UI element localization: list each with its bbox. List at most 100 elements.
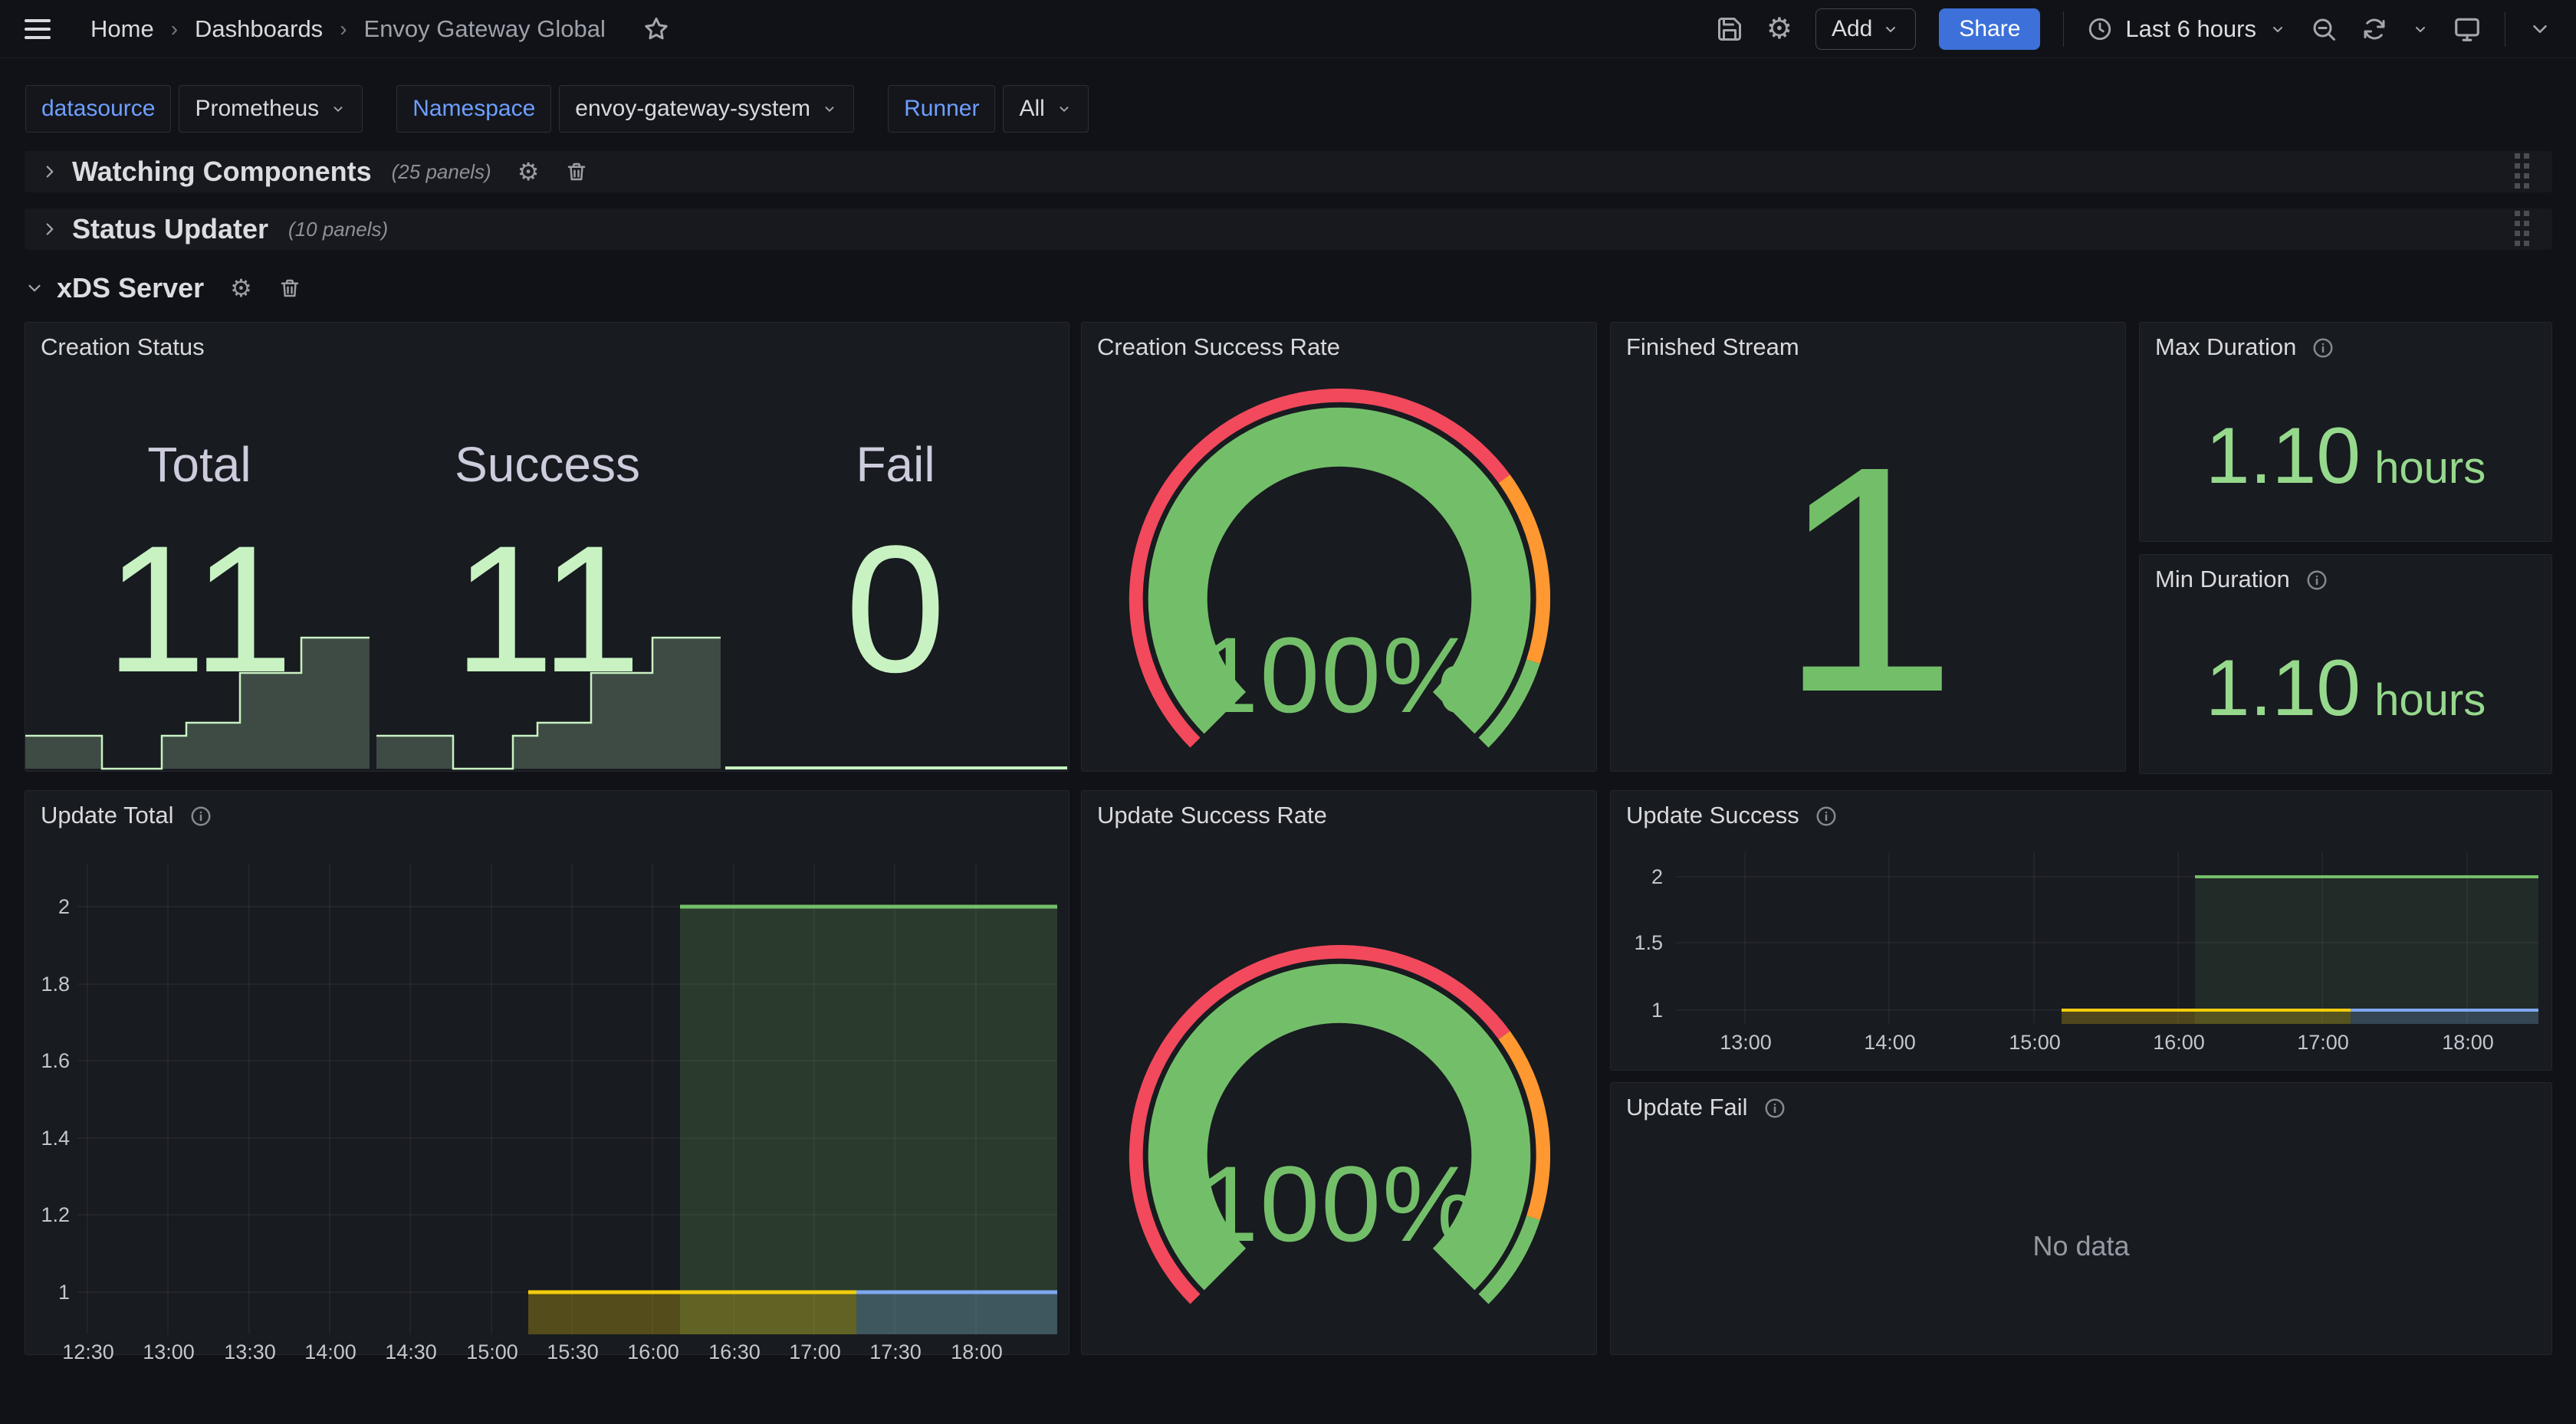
dashboard-variables: datasource Prometheus Namespace envoy-ga… (25, 85, 1089, 133)
variable-datasource: datasource Prometheus (25, 85, 363, 133)
refresh-interval-chevron-icon[interactable] (2411, 20, 2430, 38)
panel-update-success: Update Success 2 1.5 1 13:00 14:00 15:00… (1610, 790, 2552, 1071)
row-watching-components[interactable]: Watching Components (25 panels) ⚙ (25, 151, 2552, 192)
row-delete-trash-icon[interactable] (565, 160, 588, 183)
y-axis-tick: 1.5 (1623, 930, 1663, 955)
row-delete-trash-icon[interactable] (278, 277, 301, 300)
row-settings-gear-icon[interactable]: ⚙ (518, 157, 540, 186)
no-data-message: No data (1611, 1230, 2551, 1262)
dashboard-settings-icon[interactable]: ⚙ (1766, 15, 1792, 44)
variable-runner-label[interactable]: Runner (888, 85, 995, 133)
stat-label: Fail (721, 436, 1070, 493)
variable-runner: Runner All (888, 85, 1089, 133)
stat-value: 0 (721, 519, 1070, 700)
menu-toggle-icon[interactable] (25, 19, 51, 39)
x-axis-tick: 16:30 (699, 1340, 770, 1364)
x-axis-tick: 17:00 (2288, 1030, 2358, 1055)
row-status-updater[interactable]: Status Updater (10 panels) (25, 208, 2552, 250)
row-title[interactable]: xDS Server (57, 272, 204, 304)
info-icon[interactable] (2305, 569, 2328, 592)
top-nav-bar: Home › Dashboards › Envoy Gateway Global… (0, 0, 2576, 58)
chevron-down-icon (1881, 20, 1900, 38)
update-success-chart[interactable] (1676, 852, 2538, 1024)
update-total-chart[interactable] (77, 864, 1057, 1334)
row-panel-count: (25 panels) (392, 160, 491, 184)
row-title[interactable]: Watching Components (72, 156, 372, 188)
sparkline-fail (725, 766, 1067, 769)
grafana-dashboard: Home › Dashboards › Envoy Gateway Global… (0, 0, 2576, 1424)
gauge-value: 100% (1082, 1150, 1596, 1258)
breadcrumb: Home › Dashboards › Envoy Gateway Global (90, 15, 670, 43)
row-drag-handle[interactable] (2514, 152, 2531, 192)
panel-min-duration: Min Duration 1.10 hours (2139, 554, 2552, 774)
panel-update-total: Update Total 2 1.8 1.6 1.4 1.2 1 (25, 790, 1070, 1355)
breadcrumb-separator-icon: › (340, 17, 347, 41)
panel-creation-success-rate: Creation Success Rate 100% (1081, 322, 1597, 772)
panel-update-success-rate: Update Success Rate 100% (1081, 790, 1597, 1355)
x-axis-tick: 17:30 (860, 1340, 931, 1364)
row-drag-handle[interactable] (2514, 209, 2531, 249)
share-button-label: Share (1959, 16, 2020, 42)
x-axis-tick: 14:00 (1855, 1030, 1925, 1055)
variable-namespace-value: envoy-gateway-system (575, 96, 810, 122)
kiosk-monitor-icon[interactable] (2453, 15, 2482, 44)
variable-namespace-select[interactable]: envoy-gateway-system (559, 85, 854, 133)
panel-update-fail: Update Fail No data (1610, 1082, 2552, 1355)
breadcrumb-dashboards[interactable]: Dashboards (195, 15, 323, 43)
chevron-down-icon (1056, 100, 1073, 117)
favorite-star-icon[interactable] (642, 15, 670, 43)
save-dashboard-icon[interactable] (1716, 15, 1743, 43)
panel-title[interactable]: Creation Success Rate (1097, 333, 1340, 361)
x-axis-tick: 15:00 (457, 1340, 527, 1364)
duration-unit: hours (2374, 674, 2486, 726)
y-axis-tick: 1.4 (33, 1126, 70, 1150)
stat-value: 1.10 hours (2140, 416, 2551, 496)
panel-max-duration: Max Duration 1.10 hours (2139, 322, 2552, 542)
x-axis-tick: 18:00 (941, 1340, 1012, 1364)
share-button[interactable]: Share (1939, 8, 2040, 50)
zoom-out-icon[interactable] (2310, 15, 2338, 43)
variable-runner-select[interactable]: All (1003, 85, 1088, 133)
panel-title[interactable]: Min Duration (2155, 566, 2328, 593)
collapse-topbar-chevron-icon[interactable] (2528, 18, 2551, 41)
breadcrumb-home[interactable]: Home (90, 15, 154, 43)
row-xds-server[interactable]: xDS Server ⚙ (25, 269, 301, 307)
x-axis-tick: 14:30 (376, 1340, 446, 1364)
panel-title[interactable]: Update Total (41, 802, 212, 829)
x-axis-tick: 15:30 (537, 1340, 608, 1364)
info-icon[interactable] (189, 805, 212, 828)
panel-title[interactable]: Update Success Rate (1097, 802, 1327, 829)
panel-title[interactable]: Update Fail (1626, 1094, 1786, 1121)
panel-title[interactable]: Update Success (1626, 802, 1838, 829)
time-range-picker[interactable]: Last 6 hours (2087, 15, 2287, 43)
info-icon[interactable] (1763, 1097, 1786, 1120)
y-axis-tick: 2 (1623, 865, 1663, 889)
panel-title[interactable]: Finished Stream (1626, 333, 1799, 361)
variable-runner-value: All (1019, 96, 1044, 122)
row-settings-gear-icon[interactable]: ⚙ (230, 274, 252, 303)
duration-unit: hours (2374, 442, 2486, 494)
x-axis-tick: 16:00 (2144, 1030, 2214, 1055)
add-button[interactable]: Add (1815, 8, 1916, 50)
add-button-label: Add (1832, 16, 1872, 42)
divider (2063, 11, 2064, 47)
panel-title[interactable]: Max Duration (2155, 333, 2334, 361)
stat-label: Total (25, 436, 373, 493)
chevron-right-icon (40, 162, 60, 182)
sparkline-total (25, 635, 370, 770)
variable-datasource-select[interactable]: Prometheus (179, 85, 363, 133)
chevron-down-icon (2269, 20, 2287, 38)
x-axis-tick: 17:00 (780, 1340, 850, 1364)
variable-namespace-label[interactable]: Namespace (396, 85, 551, 133)
x-axis-tick: 14:00 (295, 1340, 366, 1364)
variable-datasource-label[interactable]: datasource (25, 85, 171, 133)
stat-value: 1.10 hours (2140, 648, 2551, 728)
clock-icon (2087, 16, 2113, 42)
info-icon[interactable] (2312, 336, 2334, 359)
chevron-down-icon (25, 278, 44, 298)
chevron-down-icon (330, 100, 347, 117)
refresh-icon[interactable] (2361, 15, 2388, 43)
info-icon[interactable] (1815, 805, 1838, 828)
row-title[interactable]: Status Updater (72, 213, 268, 245)
y-axis-tick: 1.2 (33, 1203, 70, 1227)
